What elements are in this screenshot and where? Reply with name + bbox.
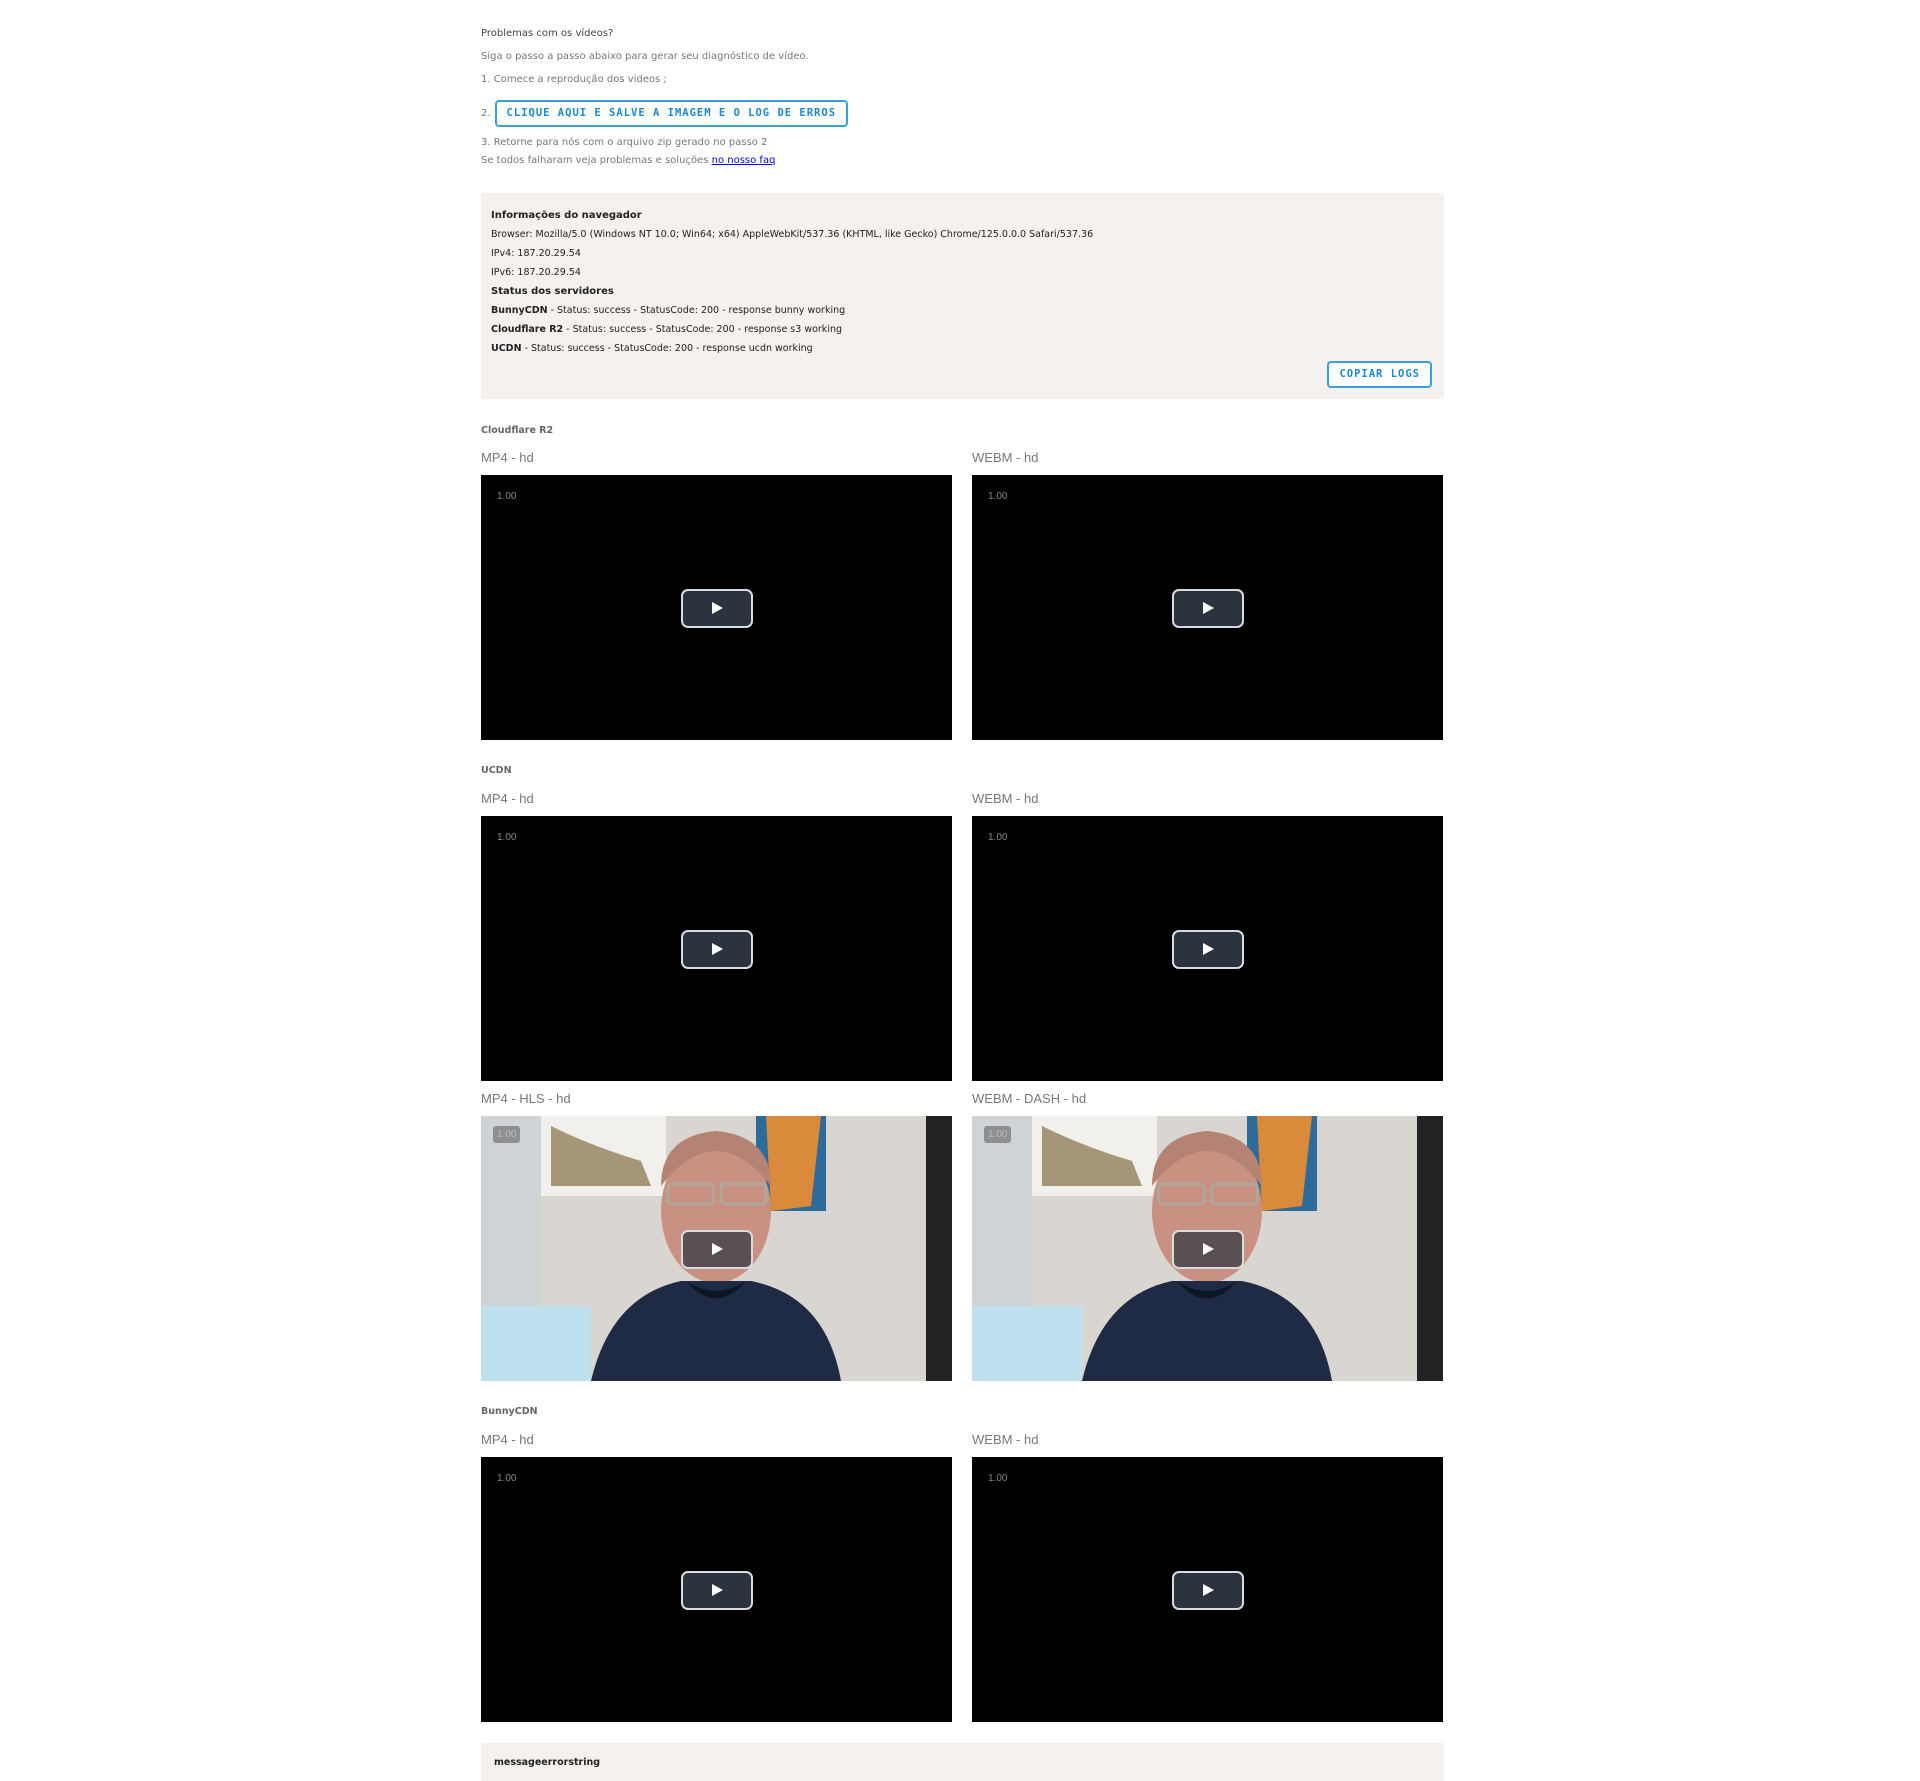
video-label: WEBM - hd: [972, 1432, 1039, 1447]
play-icon: [1202, 943, 1214, 955]
section-title-cloudflare: Cloudflare R2: [481, 425, 554, 436]
play-icon: [1202, 602, 1214, 614]
section-title-bunny: BunnyCDN: [481, 1406, 538, 1417]
video-label: WEBM - DASH - hd: [972, 1091, 1087, 1106]
video-label: WEBM - hd: [972, 450, 1039, 465]
video-player-bunny-webm[interactable]: 1.00: [972, 1457, 1443, 1722]
playback-rate[interactable]: 1.00: [497, 1473, 516, 1484]
video-label: MP4 - HLS - hd: [481, 1091, 571, 1106]
browser-user-agent: Browser: Mozilla/5.0 (Windows NT 10.0; W…: [491, 229, 1094, 240]
save-image-log-button[interactable]: CLIQUE AQUI E SALVE A IMAGEM E O LOG DE …: [494, 100, 849, 127]
play-button[interactable]: [1171, 1570, 1244, 1610]
video-player-ucdn-dash[interactable]: 1.00: [972, 1116, 1443, 1381]
faq-prefix: Se todos falharam veja problemas e soluç…: [481, 155, 712, 166]
video-label: MP4 - hd: [481, 791, 534, 806]
faq-link[interactable]: no nosso faq: [712, 155, 776, 166]
server-name: Cloudflare R2: [491, 324, 564, 335]
server-status: - Status: success - StatusCode: 200 - re…: [521, 343, 813, 354]
play-icon: [711, 943, 723, 955]
play-icon: [711, 1243, 723, 1255]
video-player-ucdn-webm[interactable]: 1.00: [972, 816, 1443, 1081]
play-button[interactable]: [680, 929, 753, 969]
server-status-bunny: BunnyCDN - Status: success - StatusCode:…: [491, 301, 1434, 320]
server-name: UCDN: [491, 343, 522, 354]
video-player-cloudflare-webm[interactable]: 1.00: [972, 475, 1443, 740]
play-icon: [1202, 1243, 1214, 1255]
video-label: MP4 - hd: [481, 1432, 534, 1447]
intro-subtitle: Siga o passo a passo abaixo para gerar s…: [481, 51, 809, 62]
play-icon: [1202, 1584, 1214, 1596]
server-status-header: Status dos servidores: [491, 286, 614, 297]
server-status-ucdn: UCDN - Status: success - StatusCode: 200…: [491, 339, 1434, 358]
step-2: 2. CLIQUE AQUI E SALVE A IMAGEM E O LOG …: [481, 100, 849, 127]
step-3: 3. Retorne para nós com o arquivo zip ge…: [481, 137, 768, 148]
playback-rate[interactable]: 1.00: [988, 832, 1007, 843]
play-button[interactable]: [680, 1229, 753, 1269]
copy-logs-button[interactable]: COPIAR LOGS: [1327, 361, 1432, 388]
browser-info-header: Informações do navegador: [491, 210, 642, 221]
video-player-ucdn-hls[interactable]: 1.00: [481, 1116, 952, 1381]
diagnostic-info-box: Informações do navegador Browser: Mozill…: [481, 193, 1444, 399]
play-icon: [711, 602, 723, 614]
video-label: MP4 - hd: [481, 450, 534, 465]
playback-rate[interactable]: 1.00: [497, 832, 516, 843]
server-status: - Status: success - StatusCode: 200 - re…: [547, 305, 846, 316]
section-title-ucdn: UCDN: [481, 765, 512, 776]
playback-rate[interactable]: 1.00: [984, 1126, 1012, 1143]
server-status-cloudflare: Cloudflare R2 - Status: success - Status…: [491, 320, 1434, 339]
faq-line: Se todos falharam veja problemas e soluç…: [481, 155, 775, 166]
step-1: 1. Comece a reprodução dos videos ;: [481, 74, 667, 85]
video-label: WEBM - hd: [972, 791, 1039, 806]
error-message: messageerrorstring: [494, 1757, 601, 1768]
play-button[interactable]: [1171, 929, 1244, 969]
play-button[interactable]: [680, 1570, 753, 1610]
video-player-ucdn-mp4[interactable]: 1.00: [481, 816, 952, 1081]
playback-rate[interactable]: 1.00: [497, 491, 516, 502]
play-button[interactable]: [1171, 1229, 1244, 1269]
playback-rate[interactable]: 1.00: [988, 1473, 1007, 1484]
video-player-bunny-mp4[interactable]: 1.00: [481, 1457, 952, 1722]
playback-rate[interactable]: 1.00: [988, 491, 1007, 502]
play-icon: [711, 1584, 723, 1596]
playback-rate[interactable]: 1.00: [493, 1126, 521, 1143]
ipv4-line: IPv4: 187.20.29.54: [491, 248, 581, 259]
play-button[interactable]: [680, 588, 753, 628]
intro-title: Problemas com os vídeos?: [481, 28, 614, 39]
server-status: - Status: success - StatusCode: 200 - re…: [563, 324, 843, 335]
video-player-cloudflare-mp4[interactable]: 1.00: [481, 475, 952, 740]
server-name: BunnyCDN: [491, 305, 548, 316]
step-2-number: 2.: [481, 108, 491, 119]
error-message-box: messageerrorstring: [481, 1743, 1444, 1781]
ipv6-line: IPv6: 187.20.29.54: [491, 267, 581, 278]
play-button[interactable]: [1171, 588, 1244, 628]
